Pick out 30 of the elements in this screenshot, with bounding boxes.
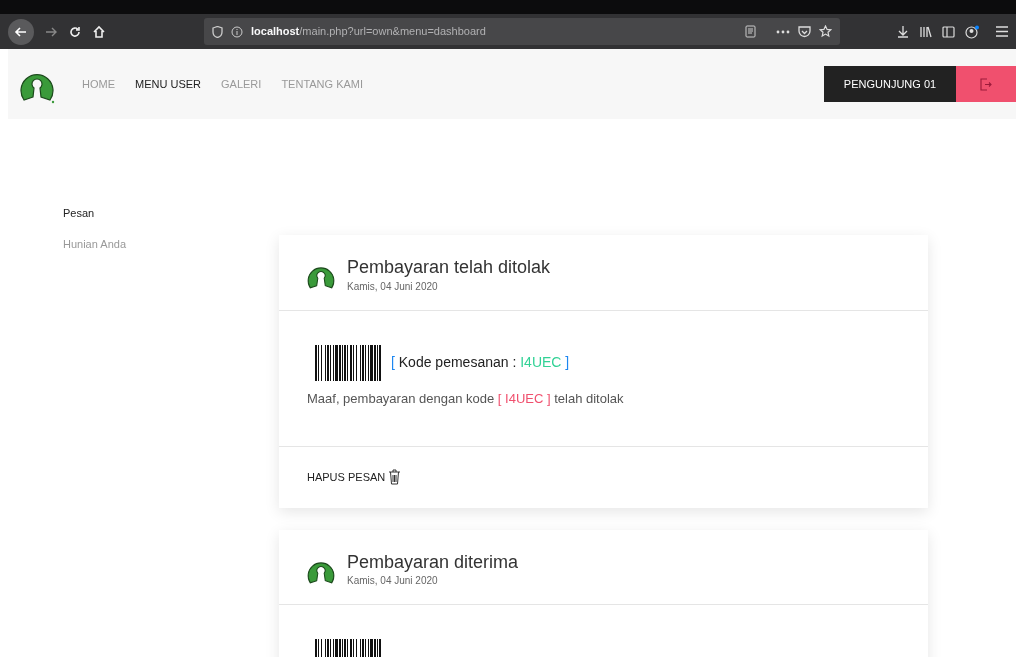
- back-button[interactable]: [8, 18, 34, 45]
- message-text: Maaf, pembayaran dengan kode [ I4UEC ] telah ditolak: [307, 389, 625, 408]
- message-date: Kamis, 04 Juni 2020: [347, 279, 439, 294]
- reader-view-icon[interactable]: [745, 25, 756, 38]
- message-title: Pembayaran diterima: [347, 551, 519, 574]
- logout-icon: [980, 77, 992, 91]
- barcode-icon: [315, 344, 383, 381]
- shield-icon: [212, 25, 223, 38]
- home-icon[interactable]: [92, 24, 106, 39]
- booking-code: [ Kode pemesanan : I4UEC ]: [391, 353, 570, 373]
- url-text: localhost/main.php?url=own&menu=dashboard: [251, 24, 486, 40]
- menu-icon[interactable]: [996, 26, 1008, 37]
- info-icon: [231, 25, 243, 38]
- user-button[interactable]: PENGUNJUNG 01: [824, 66, 956, 102]
- delete-message-button[interactable]: HAPUS PESAN: [307, 469, 402, 486]
- more-icon[interactable]: [776, 29, 790, 34]
- nav-link[interactable]: MENU USER: [125, 75, 211, 93]
- sidebar-icon[interactable]: [942, 25, 955, 38]
- back-arrow-icon: [14, 24, 28, 39]
- download-icon[interactable]: [897, 25, 909, 38]
- sidebar-link[interactable]: Pesan: [63, 205, 279, 222]
- account-icon[interactable]: [965, 24, 980, 39]
- address-bar[interactable]: localhost/main.php?url=own&menu=dashboard: [204, 18, 840, 45]
- message-date: Kamis, 04 Juni 2020: [347, 574, 439, 589]
- message-title: Pembayaran telah ditolak: [347, 257, 551, 279]
- reload-icon[interactable]: [68, 24, 82, 39]
- star-icon[interactable]: [819, 25, 832, 38]
- pocket-icon[interactable]: [798, 25, 811, 38]
- library-icon[interactable]: [919, 25, 932, 38]
- trash-icon: [388, 469, 402, 486]
